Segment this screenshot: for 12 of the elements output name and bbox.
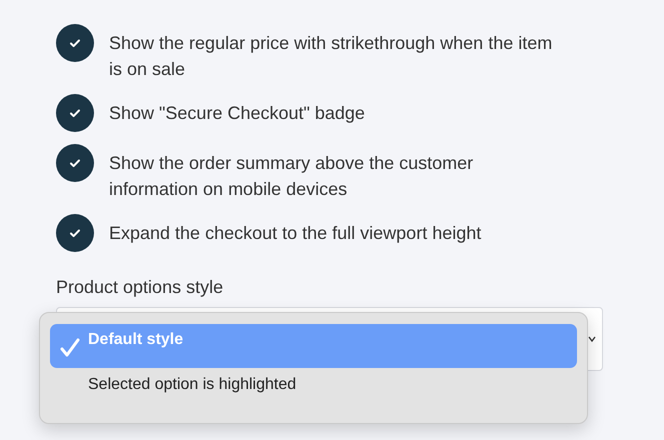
checkbox[interactable] xyxy=(56,94,94,132)
checkbox[interactable] xyxy=(56,144,94,182)
checkbox-label: Show "Secure Checkout" badge xyxy=(109,102,365,125)
checkbox-label: Show the regular price with strikethrough when the item is on sale xyxy=(109,32,554,81)
checkbox-label: Expand the checkout to the full viewport height xyxy=(109,222,482,245)
dropdown-option[interactable]: Selected option is highlighted xyxy=(50,368,577,412)
checkbox[interactable] xyxy=(56,214,94,252)
field-label: Product options style xyxy=(56,276,224,299)
chevron-icon xyxy=(588,334,596,344)
checkmark-icon xyxy=(60,338,80,358)
checkbox[interactable] xyxy=(56,24,94,62)
checkbox-label: Show the order summary above the customer information on mobile devices xyxy=(109,152,474,201)
